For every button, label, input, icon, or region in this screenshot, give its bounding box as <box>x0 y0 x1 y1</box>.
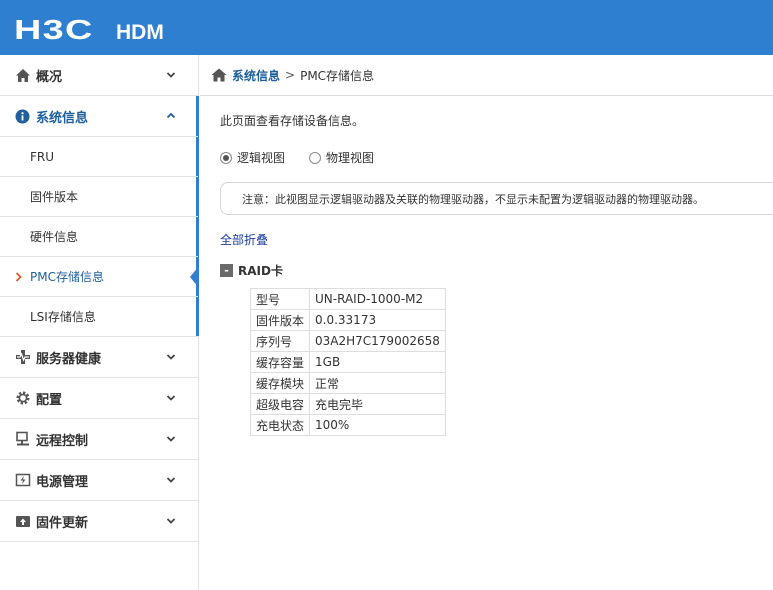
property-value: 正常 <box>309 372 446 394</box>
chevron-down-icon <box>166 354 176 360</box>
home-icon <box>14 67 31 84</box>
logical-view-label: 逻辑视图 <box>237 151 286 165</box>
radio-selected-icon <box>220 151 232 164</box>
nav-system-info[interactable]: 系统信息 <box>0 96 198 137</box>
remote-icon <box>14 431 31 448</box>
health-icon <box>14 349 31 366</box>
nav-remote-control-label: 远程控制 <box>36 433 89 449</box>
property-value: 充电完毕 <box>309 393 446 415</box>
h3c-hdm-logo[interactable]: H3C HDM <box>14 14 164 46</box>
chevron-right-icon <box>15 271 22 282</box>
property-value: 1GB <box>309 351 446 373</box>
table-row: 缓存容量 1GB <box>249 351 446 373</box>
sidebar-item-lsi-storage[interactable]: LSI存储信息 <box>0 297 198 337</box>
raid-card-title: RAID卡 <box>238 264 283 278</box>
property-key: 固件版本 <box>249 309 311 331</box>
sidebar-item-label: PMC存储信息 <box>30 270 104 284</box>
sidebar-item-hardware-info[interactable]: 硬件信息 <box>0 217 198 257</box>
property-value: UN-RAID-1000-M2 <box>309 288 446 310</box>
nav-firmware-update-label: 固件更新 <box>36 515 89 531</box>
table-row: 缓存模块 正常 <box>249 372 446 394</box>
nav-server-health[interactable]: 服务器健康 <box>0 337 198 378</box>
collapse-toggle-icon[interactable]: - <box>220 264 233 277</box>
info-icon <box>14 108 31 125</box>
nav-system-info-label: 系统信息 <box>36 110 89 126</box>
nav-server-health-label: 服务器健康 <box>36 351 102 367</box>
raid-card-section-header: - RAID卡 <box>220 262 283 279</box>
property-key: 充电状态 <box>249 414 311 436</box>
home-icon[interactable] <box>211 68 227 82</box>
power-icon <box>14 472 31 489</box>
sidebar-item-fru[interactable]: FRU <box>0 137 198 177</box>
logical-view-radio[interactable]: 逻辑视图 <box>220 149 285 166</box>
chevron-down-icon <box>166 395 176 401</box>
collapse-all-link[interactable]: 全部折叠 <box>220 231 268 248</box>
chevron-up-icon <box>166 112 176 119</box>
breadcrumb: 系统信息 > PMC存储信息 <box>200 55 773 96</box>
property-key: 序列号 <box>249 330 311 352</box>
active-pointer-icon <box>190 265 199 288</box>
property-key: 超级电容 <box>249 393 311 415</box>
sidebar-item-firmware-version[interactable]: 固件版本 <box>0 177 198 217</box>
page-description: 此页面查看存储设备信息。 <box>220 114 365 128</box>
notice-box: 注意：此视图显示逻辑驱动器及关联的物理驱动器，不显示未配置为逻辑驱动器的物理驱动… <box>220 182 773 215</box>
raid-card-properties-table: 型号 UN-RAID-1000-M2 固件版本 0.0.33173 序列号 03… <box>249 288 446 436</box>
firmware-update-icon <box>14 513 31 530</box>
nav-power-management-label: 电源管理 <box>36 474 89 490</box>
sidebar-item-label: 固件版本 <box>30 190 79 204</box>
table-row: 超级电容 充电完毕 <box>249 393 446 415</box>
nav-config-label: 配置 <box>36 392 63 408</box>
nav-power-management[interactable]: 电源管理 <box>0 460 198 501</box>
property-key: 缓存模块 <box>249 372 311 394</box>
property-value: 03A2H7C179002658 <box>309 330 446 352</box>
physical-view-label: 物理视图 <box>326 151 375 165</box>
property-value: 100% <box>309 414 446 436</box>
sidebar-item-label: 硬件信息 <box>30 230 79 244</box>
chevron-down-icon <box>166 518 176 524</box>
chevron-down-icon <box>166 477 176 483</box>
breadcrumb-separator: > <box>285 68 296 82</box>
table-row: 充电状态 100% <box>249 414 446 436</box>
nav-overview-label: 概况 <box>36 69 63 85</box>
chevron-down-icon <box>166 72 176 78</box>
radio-unselected-icon <box>309 151 322 164</box>
logo-brand: H3C <box>14 14 94 45</box>
breadcrumb-current: PMC存储信息 <box>300 68 375 83</box>
breadcrumb-parent-link[interactable]: 系统信息 <box>232 67 280 84</box>
property-key: 型号 <box>249 288 311 310</box>
table-row: 序列号 03A2H7C179002658 <box>249 330 446 352</box>
table-row: 固件版本 0.0.33173 <box>249 309 446 331</box>
nav-remote-control[interactable]: 远程控制 <box>0 419 198 460</box>
table-row: 型号 UN-RAID-1000-M2 <box>249 288 446 310</box>
gear-icon <box>14 390 31 407</box>
sidebar-item-label: LSI存储信息 <box>30 310 96 324</box>
nav-config[interactable]: 配置 <box>0 378 198 419</box>
property-key: 缓存容量 <box>249 351 311 373</box>
view-mode-radio-group: 逻辑视图 物理视图 <box>220 149 398 166</box>
top-header: H3C HDM <box>0 0 773 55</box>
sidebar-item-pmc-storage[interactable]: PMC存储信息 <box>0 257 199 297</box>
sidebar: 概况 系统信息 FRU 固件版本 硬件信息 PMC存储信息 LSI存储信息 服务… <box>0 55 199 590</box>
notice-text: 注意：此视图显示逻辑驱动器及关联的物理驱动器，不显示未配置为逻辑驱动器的物理驱动… <box>242 192 704 206</box>
chevron-down-icon <box>166 436 176 442</box>
nav-firmware-update[interactable]: 固件更新 <box>0 501 198 542</box>
physical-view-radio[interactable]: 物理视图 <box>309 149 374 166</box>
sidebar-item-label: FRU <box>30 149 55 164</box>
property-value: 0.0.33173 <box>309 309 446 331</box>
nav-overview[interactable]: 概况 <box>0 55 198 96</box>
